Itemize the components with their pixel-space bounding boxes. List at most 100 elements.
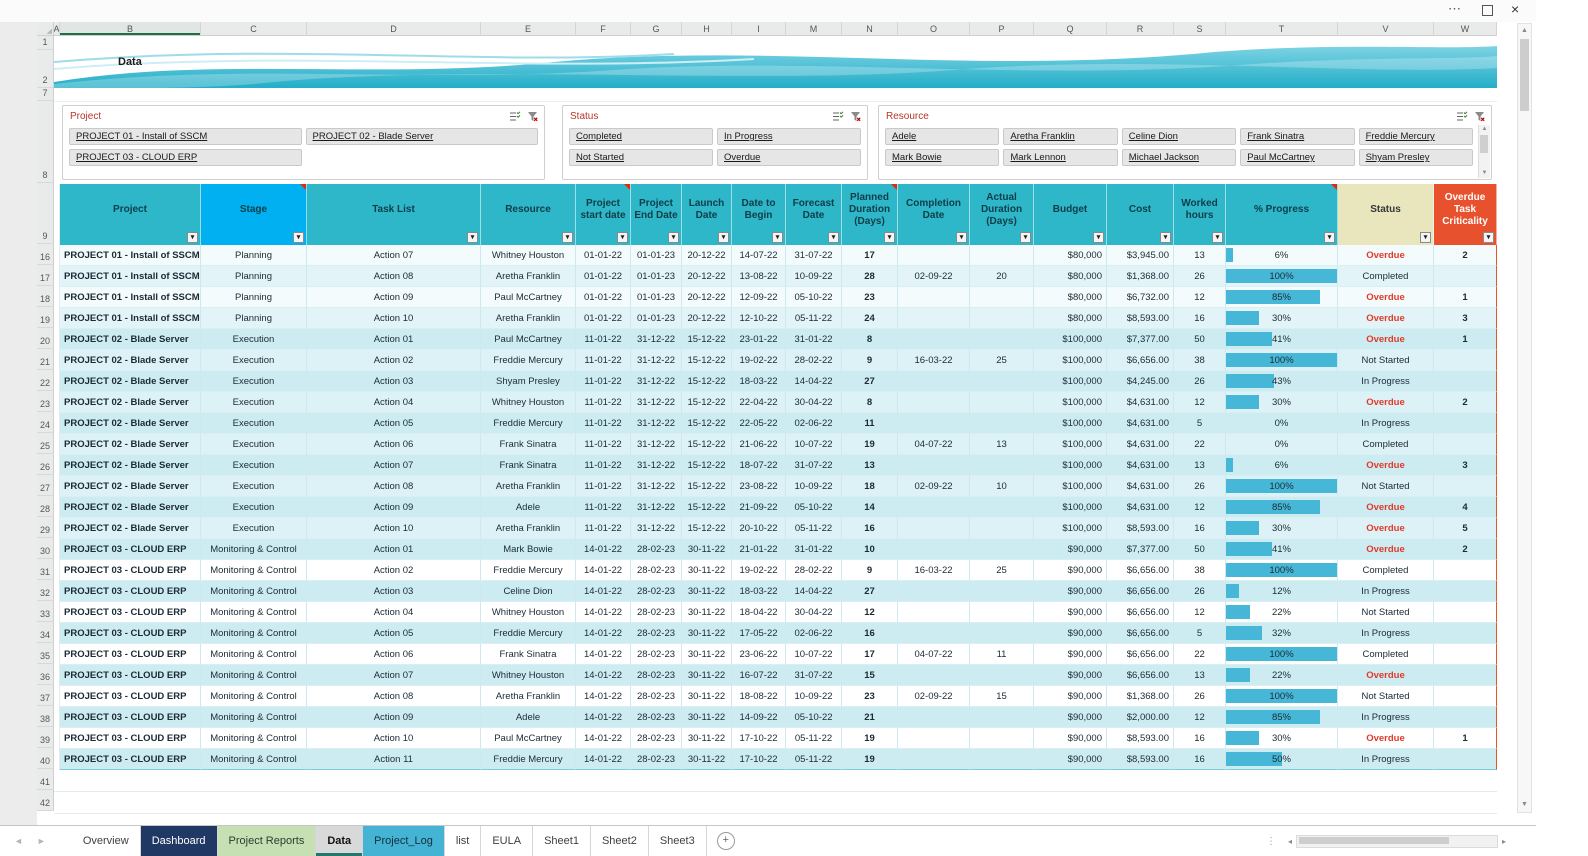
table-cell[interactable]: Monitoring & Control <box>201 686 307 707</box>
sheet-tab-sheet2[interactable]: Sheet2 <box>591 826 649 856</box>
table-cell[interactable]: Action 02 <box>307 350 481 371</box>
row-header-29[interactable]: 29 <box>37 517 54 538</box>
table-cell[interactable]: $3,945.00 <box>1107 245 1174 266</box>
table-cell[interactable]: Planning <box>201 266 307 287</box>
row-header-8[interactable]: 8 <box>37 101 54 183</box>
table-cell[interactable]: $80,000 <box>1034 287 1107 308</box>
table-cell[interactable]: 12-09-22 <box>732 287 786 308</box>
table-cell[interactable]: Action 08 <box>307 476 481 497</box>
table-cell[interactable]: 20-10-22 <box>732 518 786 539</box>
table-cell[interactable]: PROJECT 02 - Blade Server <box>60 455 201 476</box>
table-cell[interactable]: 15-12-22 <box>682 455 732 476</box>
table-header-stage[interactable]: Stage ▾ <box>201 184 307 245</box>
table-cell[interactable]: PROJECT 03 - CLOUD ERP <box>60 539 201 560</box>
table-cell[interactable]: PROJECT 02 - Blade Server <box>60 350 201 371</box>
table-cell[interactable]: $90,000 <box>1034 644 1107 665</box>
row-header-25[interactable]: 25 <box>37 433 54 454</box>
table-cell[interactable]: Overdue <box>1338 392 1434 413</box>
table-header-forecast-date[interactable]: Forecast Date ▾ <box>786 184 842 245</box>
table-cell[interactable]: 12% <box>1226 581 1338 602</box>
row-header-19[interactable]: 19 <box>37 307 54 328</box>
table-cell[interactable]: Monitoring & Control <box>201 707 307 728</box>
table-cell[interactable]: 01-01-23 <box>631 287 682 308</box>
table-cell[interactable]: $6,656.00 <box>1107 350 1174 371</box>
table-cell[interactable]: Whitney Houston <box>481 665 576 686</box>
table-cell[interactable]: 24 <box>842 308 898 329</box>
table-cell[interactable] <box>1434 350 1497 371</box>
table-cell[interactable] <box>970 245 1034 266</box>
table-cell[interactable]: 17-10-22 <box>732 749 786 770</box>
slicer-item-overdue[interactable]: Overdue <box>717 149 861 166</box>
table-cell[interactable]: 01-01-22 <box>576 287 631 308</box>
table-cell[interactable]: 25 <box>970 560 1034 581</box>
table-cell[interactable]: $8,593.00 <box>1107 308 1174 329</box>
table-cell[interactable]: 14-01-22 <box>576 728 631 749</box>
table-cell[interactable] <box>898 497 970 518</box>
table-cell[interactable]: 22-05-22 <box>732 413 786 434</box>
table-cell[interactable]: 1 <box>1434 728 1497 749</box>
table-cell[interactable]: 28-02-22 <box>786 350 842 371</box>
table-cell[interactable]: 10-07-22 <box>786 434 842 455</box>
slicer-item-adele[interactable]: Adele <box>885 128 1000 145</box>
table-cell[interactable]: 30-11-22 <box>682 581 732 602</box>
table-cell[interactable]: 43% <box>1226 371 1338 392</box>
table-cell[interactable]: $100,000 <box>1034 329 1107 350</box>
table-cell[interactable] <box>970 308 1034 329</box>
table-cell[interactable]: $6,656.00 <box>1107 581 1174 602</box>
table-cell[interactable]: 05-10-22 <box>786 707 842 728</box>
table-cell[interactable]: 13 <box>842 455 898 476</box>
table-cell[interactable]: 14-01-22 <box>576 665 631 686</box>
table-cell[interactable]: PROJECT 01 - Install of SSCM <box>60 266 201 287</box>
table-cell[interactable] <box>898 329 970 350</box>
table-cell[interactable]: 16 <box>1174 308 1226 329</box>
table-cell[interactable]: Action 09 <box>307 707 481 728</box>
table-cell[interactable]: 30-11-22 <box>682 686 732 707</box>
sheet-tab-sheet1[interactable]: Sheet1 <box>533 826 591 856</box>
table-cell[interactable]: In Progress <box>1338 371 1434 392</box>
table-cell[interactable]: 100% <box>1226 560 1338 581</box>
row-header-7[interactable]: 7 <box>37 88 54 101</box>
table-cell[interactable]: 28-02-23 <box>631 644 682 665</box>
table-cell[interactable] <box>970 665 1034 686</box>
table-cell[interactable]: 30-11-22 <box>682 560 732 581</box>
table-cell[interactable]: 30-04-22 <box>786 602 842 623</box>
table-cell[interactable]: 01-01-22 <box>576 245 631 266</box>
table-cell[interactable]: 05-11-22 <box>786 518 842 539</box>
table-cell[interactable] <box>1434 581 1497 602</box>
table-cell[interactable]: $80,000 <box>1034 266 1107 287</box>
table-cell[interactable] <box>898 287 970 308</box>
table-cell[interactable]: 13-08-22 <box>732 266 786 287</box>
filter-dropdown-icon[interactable]: ▾ <box>467 232 478 243</box>
table-cell[interactable]: 26 <box>1174 266 1226 287</box>
table-cell[interactable]: 11-01-22 <box>576 329 631 350</box>
table-header-project-end-date[interactable]: Project End Date ▾ <box>631 184 682 245</box>
table-cell[interactable]: Frank Sinatra <box>481 434 576 455</box>
filter-dropdown-icon[interactable]: ▾ <box>1212 232 1223 243</box>
table-cell[interactable]: 20 <box>970 266 1034 287</box>
slicer-item-not-started[interactable]: Not Started <box>569 149 713 166</box>
column-header-W[interactable]: W <box>1434 22 1497 36</box>
table-cell[interactable]: PROJECT 03 - CLOUD ERP <box>60 728 201 749</box>
table-cell[interactable] <box>970 371 1034 392</box>
table-cell[interactable]: $100,000 <box>1034 371 1107 392</box>
table-cell[interactable]: $90,000 <box>1034 707 1107 728</box>
table-cell[interactable]: 28-02-23 <box>631 686 682 707</box>
table-cell[interactable]: Completed <box>1338 266 1434 287</box>
filter-dropdown-icon[interactable]: ▾ <box>1093 232 1104 243</box>
table-cell[interactable]: 21-01-22 <box>732 539 786 560</box>
table-cell[interactable]: 26 <box>1174 581 1226 602</box>
table-cell[interactable]: 5 <box>1434 518 1497 539</box>
table-header-project-start-date[interactable]: Project start date ▾ <box>576 184 631 245</box>
table-cell[interactable]: $90,000 <box>1034 749 1107 770</box>
filter-dropdown-icon[interactable]: ▾ <box>668 232 679 243</box>
table-cell[interactable]: PROJECT 02 - Blade Server <box>60 476 201 497</box>
table-cell[interactable]: 12 <box>842 602 898 623</box>
table-cell[interactable]: $100,000 <box>1034 455 1107 476</box>
table-cell[interactable]: Overdue <box>1338 455 1434 476</box>
vertical-scrollbar[interactable]: ▲ ▼ <box>1517 23 1532 813</box>
row-header-31[interactable]: 31 <box>37 559 54 580</box>
table-cell[interactable] <box>970 707 1034 728</box>
scroll-up-icon[interactable]: ▲ <box>1518 25 1531 37</box>
table-cell[interactable]: 2 <box>1434 392 1497 413</box>
table-cell[interactable]: Overdue <box>1338 665 1434 686</box>
